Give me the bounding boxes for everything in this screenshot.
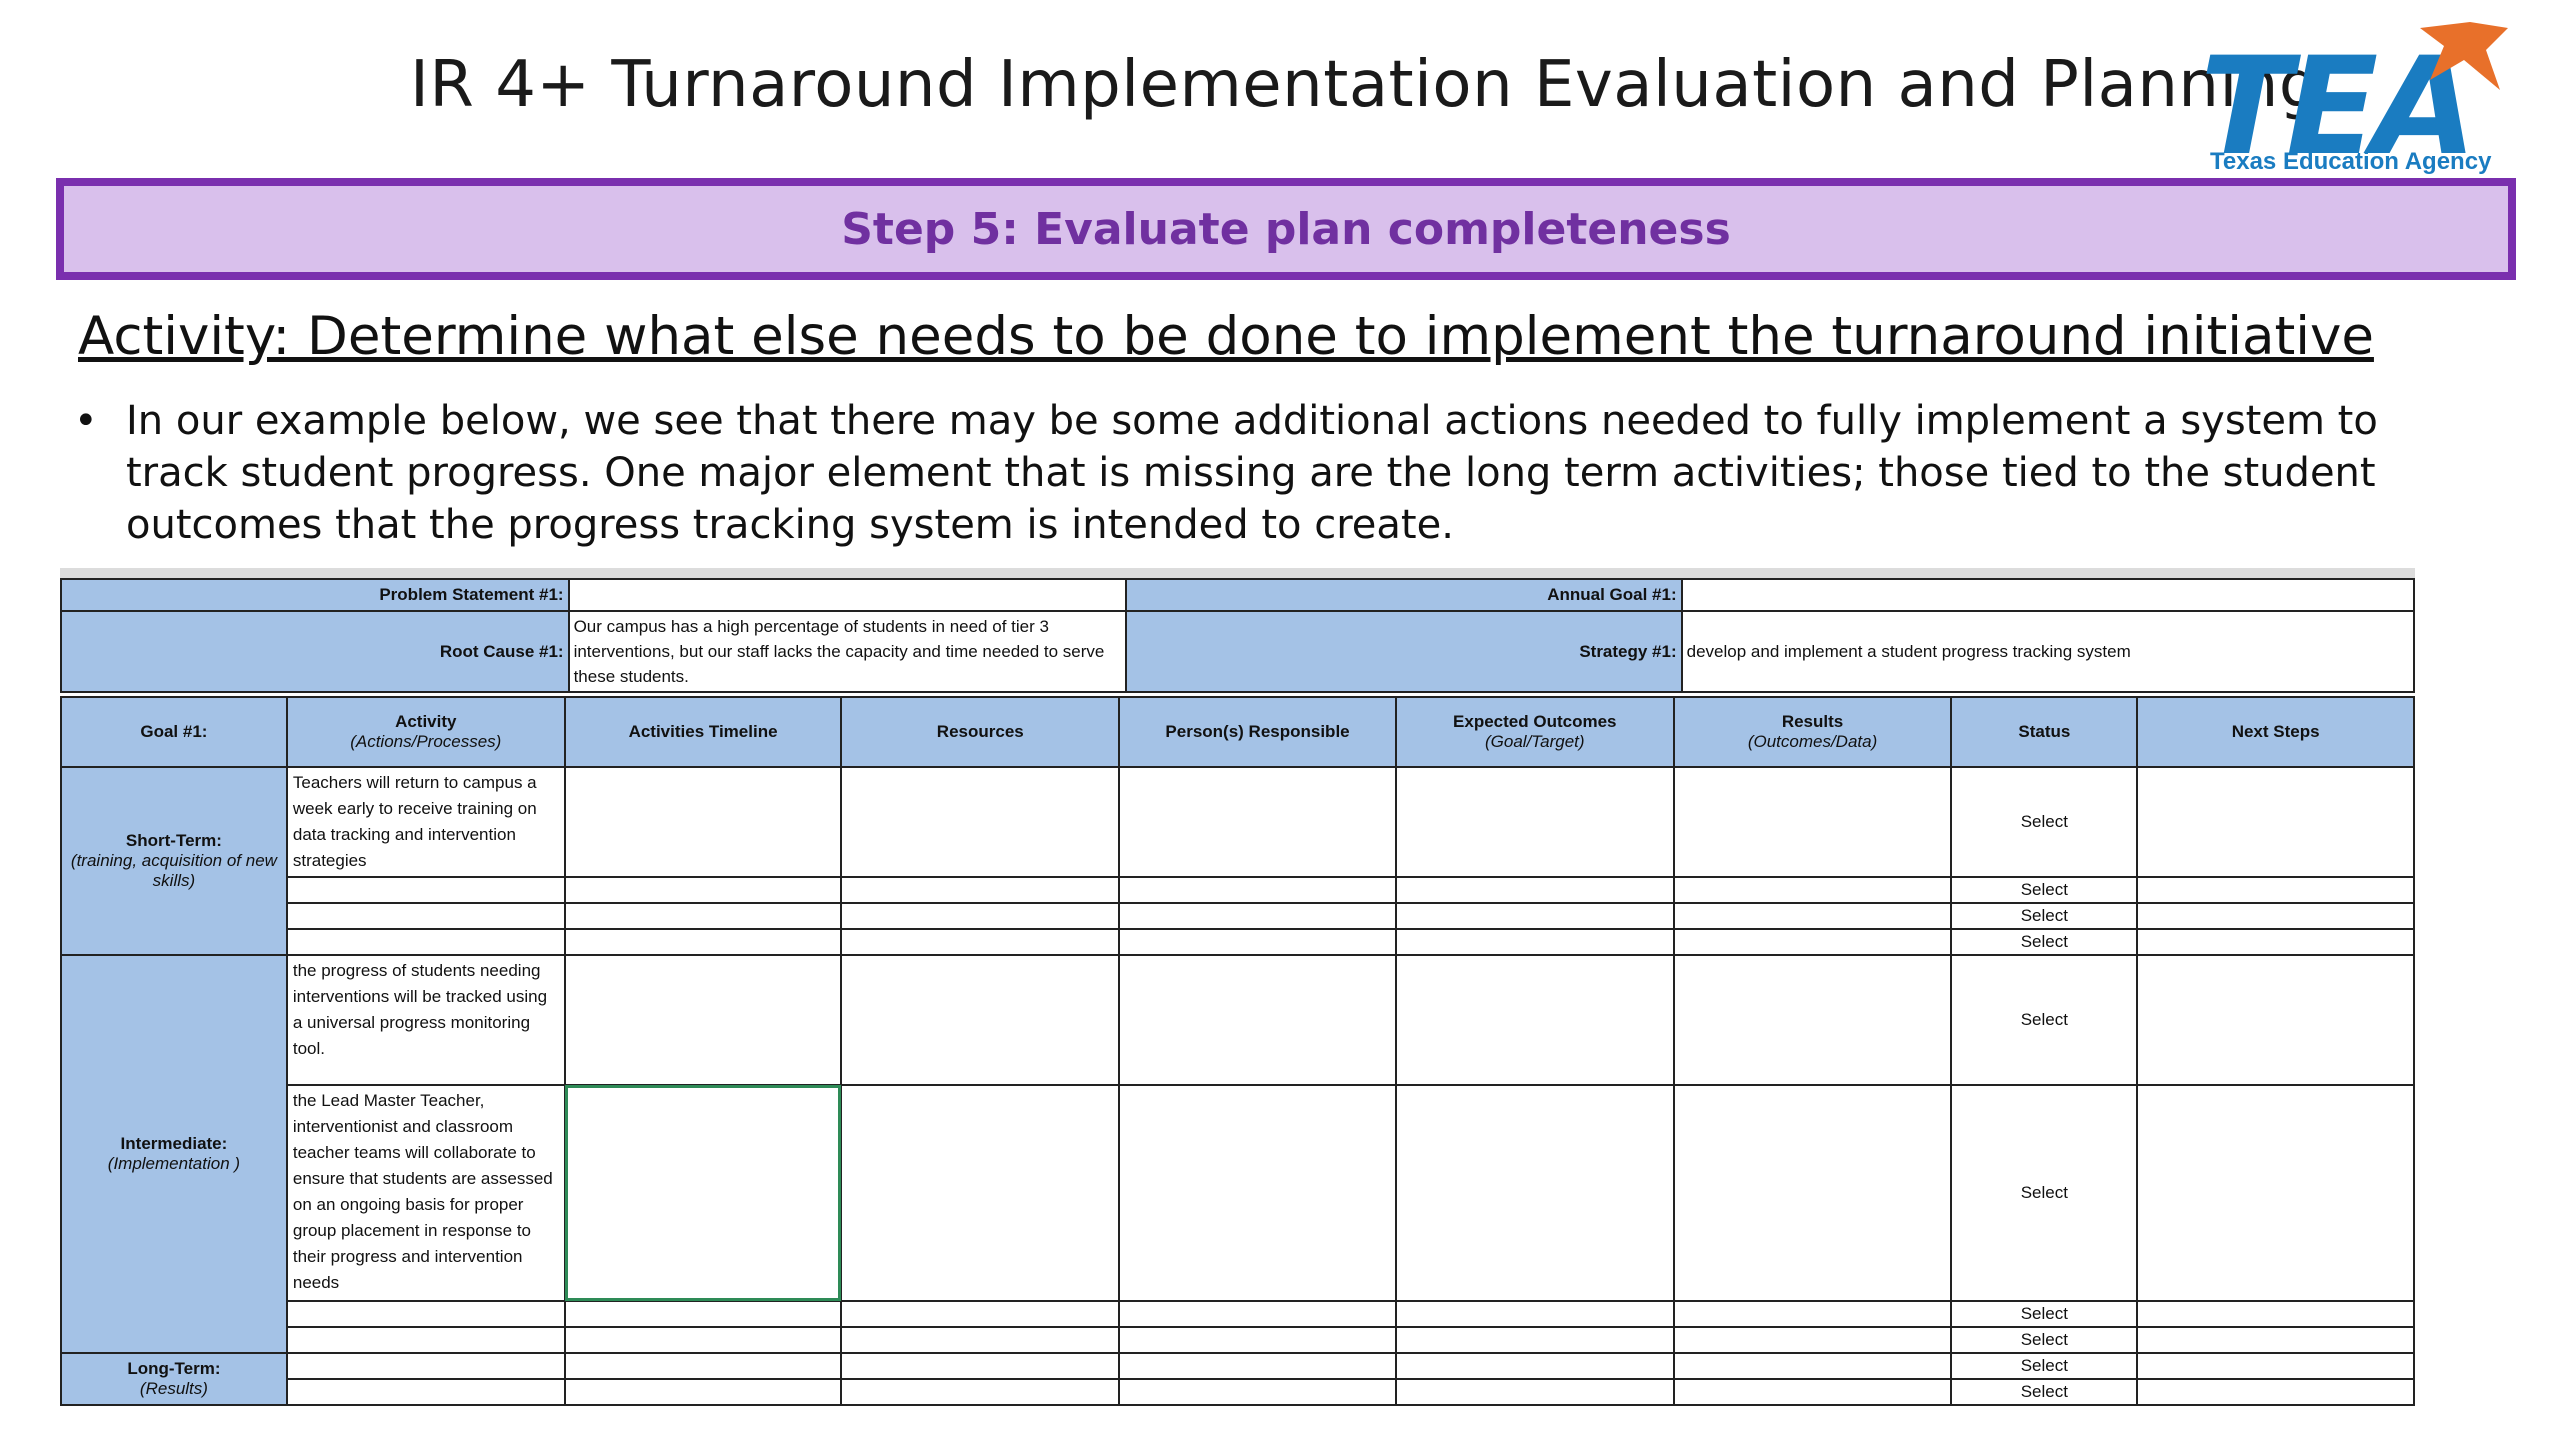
header-table: Problem Statement #1: Annual Goal #1: Ro… [60,578,2416,693]
table-row: Select [61,1300,2415,1328]
col-responsible: Person(s) Responsible [1118,696,1397,768]
table-row: Select [61,1326,2415,1354]
root-cause-cell[interactable]: Our campus has a high percentage of stud… [567,610,1128,693]
status-select[interactable]: Select [1950,1378,2139,1406]
plan-table: Goal #1: Activity (Actions/Processes) Act… [60,696,2415,1406]
bullet-text: In our example below, we see that there … [126,398,2378,548]
strategy-cell[interactable]: develop and implement a student progress… [1680,610,2416,693]
bullet-dot: • [74,398,98,444]
col-goal: Goal #1: [60,696,288,768]
table-row: Select [61,876,2415,904]
phase-long-term: Long-Term: (Results) [60,1352,288,1406]
col-next-steps: Next Steps [2136,696,2415,768]
bullet-item: • In our example below, we see that ther… [74,395,2434,551]
activity-cell[interactable]: Teachers will return to campus a week ea… [285,766,566,878]
table-row: Intermediate: (Implementation ) the progr… [60,954,2415,1354]
col-timeline: Activities Timeline [563,696,843,768]
spreadsheet-screenshot: Problem Statement #1: Annual Goal #1: Ro… [60,568,2416,1408]
step-banner: Step 5: Evaluate plan completeness [56,178,2516,280]
table-row: Short-Term: (training, acquisition of new… [60,766,2415,956]
star-icon [2420,22,2508,90]
status-select[interactable]: Select [1950,928,2139,956]
status-select[interactable]: Select [1950,876,2139,904]
strategy-label: Strategy #1: [1125,610,1683,693]
table-row: Select [61,928,2415,956]
phase-intermediate: Intermediate: (Implementation ) [60,954,288,1354]
status-select[interactable]: Select [1950,1300,2139,1328]
status-select[interactable]: Select [1950,1084,2139,1302]
status-select[interactable]: Select [1950,1352,2139,1380]
annual-goal-label: Annual Goal #1: [1125,578,1683,612]
root-cause-label: Root Cause #1: [60,610,570,693]
selected-timeline-cell[interactable] [563,1084,843,1302]
problem-statement-label: Problem Statement #1: [60,578,570,612]
phase-short-term: Short-Term: (training, acquisition of new… [60,766,288,956]
annual-goal-cell[interactable] [1680,578,2416,612]
slide-title: IR 4+ Turnaround Implementation Evaluati… [410,48,2320,122]
problem-statement-cell[interactable] [567,578,1128,612]
table-row: Long-Term: (Results) Select [60,1352,2415,1406]
tea-logo: TEA Texas Education Agency [2200,20,2510,185]
activity-heading: Activity: Determine what else needs to b… [78,306,2374,367]
col-activity: Activity (Actions/Processes) [285,696,566,768]
table-row: the Lead Master Teacher, interventionist… [61,1084,2415,1302]
col-expected: Expected Outcomes (Goal/Target) [1394,696,1675,768]
col-status: Status [1950,696,2139,768]
col-resources: Resources [840,696,1121,768]
status-select[interactable]: Select [1950,954,2139,1086]
status-select[interactable]: Select [1950,902,2139,930]
col-results: Results (Outcomes/Data) [1672,696,1953,768]
activity-cell[interactable]: the Lead Master Teacher, interventionist… [285,1084,566,1302]
table-row: Select [61,902,2415,930]
status-select[interactable]: Select [1950,766,2139,878]
activity-cell[interactable]: the progress of students needing interve… [285,954,566,1086]
step-banner-text: Step 5: Evaluate plan completeness [841,203,1731,255]
table-row: Select [61,1378,2415,1406]
logo-subtitle: Texas Education Agency [2210,148,2492,175]
status-select[interactable]: Select [1950,1326,2139,1354]
